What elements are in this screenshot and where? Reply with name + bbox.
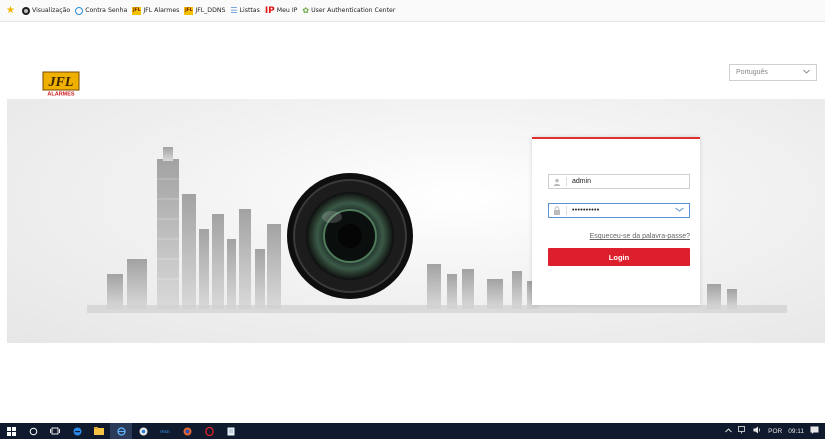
volume-icon[interactable] xyxy=(753,426,762,436)
field-divider xyxy=(566,206,567,215)
login-panel: admin •••••••••• Esqueceu-se da palavra-… xyxy=(532,137,700,305)
search-icon[interactable] xyxy=(22,423,44,439)
ip-icon: IP xyxy=(264,5,275,16)
bookmark-meu-ip[interactable]: IP Meu IP xyxy=(265,6,298,16)
svg-text:ALARMES: ALARMES xyxy=(47,92,75,98)
network-icon[interactable] xyxy=(738,426,747,436)
eye-icon xyxy=(21,6,30,15)
jfl-logo: JFL ALARMES xyxy=(42,71,80,98)
hero-banner xyxy=(7,99,825,343)
login-button[interactable]: Login xyxy=(548,248,690,266)
user-icon xyxy=(552,177,562,187)
notepad-icon[interactable] xyxy=(220,423,242,439)
edge-icon[interactable] xyxy=(66,423,88,439)
uac-icon: ✿ xyxy=(302,6,310,15)
password-value: •••••••••• xyxy=(572,207,600,214)
bookmark-favorites[interactable]: ★ xyxy=(6,4,17,16)
language-select[interactable]: Português xyxy=(729,64,817,81)
bookmark-label: Meu IP xyxy=(276,7,298,14)
chevron-up-icon[interactable] xyxy=(725,427,732,435)
ie-icon xyxy=(75,6,84,15)
username-field[interactable]: admin xyxy=(548,174,690,189)
bookmark-contra-senha[interactable]: Contra Senha xyxy=(75,6,128,15)
username-value: admin xyxy=(572,178,592,185)
chrome-icon[interactable] xyxy=(132,423,154,439)
file-explorer-icon[interactable] xyxy=(88,423,110,439)
bookmark-label: Listtas xyxy=(239,7,260,14)
windows-start-icon[interactable] xyxy=(0,423,22,439)
bookmark-jfl-alarmes[interactable]: JFL JFL Alarmes xyxy=(132,6,180,15)
jfl-icon: JFL xyxy=(132,6,142,15)
task-view-icon[interactable] xyxy=(44,423,66,439)
internet-explorer-icon[interactable] xyxy=(110,423,132,439)
bookmark-label: User Authentication Center xyxy=(311,7,396,14)
bookmark-label: JFL_DDNS xyxy=(195,7,226,14)
notifications-icon[interactable] xyxy=(810,426,819,436)
opera-icon[interactable] xyxy=(198,423,220,439)
password-field[interactable]: •••••••••• xyxy=(548,203,690,218)
bookmark-visualizacao[interactable]: Visualização xyxy=(21,6,71,15)
star-icon: ★ xyxy=(6,4,15,16)
clock[interactable]: 09:11 xyxy=(788,428,804,435)
msn-icon[interactable]: msn xyxy=(154,423,176,439)
list-icon: ☰ xyxy=(230,6,238,15)
city-camera-illustration xyxy=(87,147,787,313)
firefox-icon[interactable] xyxy=(176,423,198,439)
lock-icon xyxy=(552,206,562,216)
password-manager-icon[interactable] xyxy=(675,207,684,214)
svg-text:msn: msn xyxy=(160,430,170,434)
bookmark-label: Visualização xyxy=(31,7,71,14)
bookmark-user-auth-center[interactable]: ✿ User Authentication Center xyxy=(302,6,395,15)
bookmark-listtas[interactable]: ☰ Listtas xyxy=(230,6,259,15)
bookmark-label: JFL Alarmes xyxy=(143,7,180,14)
bookmarks-bar: ★ Visualização Contra Senha JFL JFL Alar… xyxy=(0,0,825,22)
input-language[interactable]: POR xyxy=(768,428,782,435)
chevron-down-icon xyxy=(803,69,810,76)
svg-text:JFL: JFL xyxy=(48,75,74,90)
language-selected: Português xyxy=(736,69,768,76)
bookmark-label: Contra Senha xyxy=(85,7,128,14)
taskbar: msn POR 09:11 xyxy=(0,423,825,439)
bookmark-jfl-ddns[interactable]: JFL JFL_DDNS xyxy=(184,6,226,15)
field-divider xyxy=(566,177,567,186)
forgot-password-link[interactable]: Esqueceu-se da palavra-passe? xyxy=(572,233,690,240)
jfl-icon: JFL xyxy=(184,6,194,15)
system-tray: POR 09:11 xyxy=(725,423,819,439)
